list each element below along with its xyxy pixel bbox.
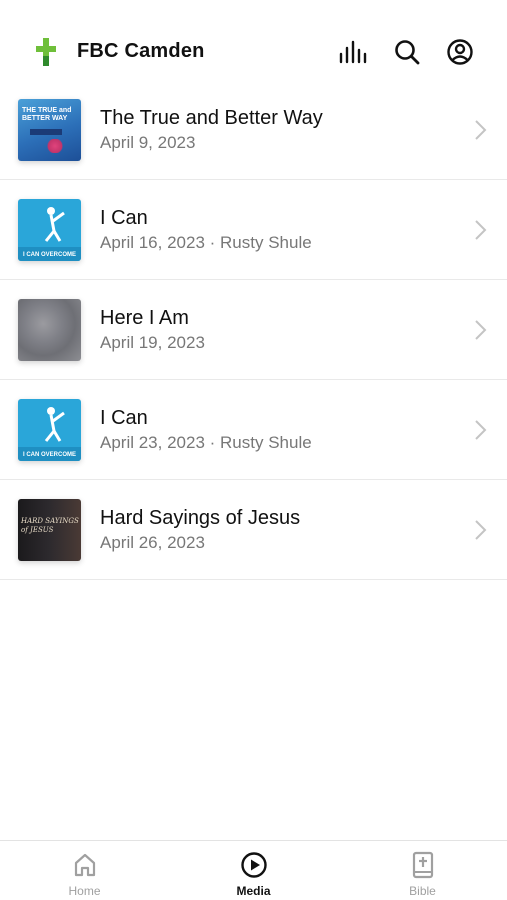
item-title: I Can xyxy=(100,407,148,429)
thumbnail-image: I CAN OVERCOME xyxy=(18,399,81,461)
chevron-right-icon xyxy=(475,120,487,140)
list-item[interactable]: Here I Am April 19, 2023 xyxy=(0,280,507,380)
tab-home[interactable]: Home xyxy=(0,841,169,900)
list-item[interactable]: I CAN OVERCOME I Can April 23, 2023 · Ru… xyxy=(0,380,507,480)
app-title: FBC Camden xyxy=(77,40,205,62)
bible-icon xyxy=(412,851,434,879)
account-icon xyxy=(447,39,473,65)
tab-media[interactable]: Media xyxy=(169,841,338,900)
chevron-right-icon xyxy=(475,220,487,240)
media-list: THE TRUE and BETTER WAY The True and Bet… xyxy=(0,80,507,580)
item-subtitle: April 16, 2023 · Rusty Shule xyxy=(100,233,312,252)
item-title: The True and Better Way xyxy=(100,107,323,129)
home-icon xyxy=(74,853,96,877)
top-header: FBC Camden xyxy=(0,0,507,80)
bottom-tab-bar: Home Media Bible xyxy=(0,840,507,900)
tab-label: Media xyxy=(236,884,271,898)
item-subtitle: April 23, 2023 · Rusty Shule xyxy=(100,433,312,452)
chevron-right-icon xyxy=(475,420,487,440)
thumbnail-bar xyxy=(30,129,62,135)
church-logo-icon xyxy=(36,38,56,66)
item-subtitle: April 19, 2023 xyxy=(100,333,205,352)
tab-label: Bible xyxy=(409,884,436,898)
thumbnail-splash xyxy=(46,139,64,153)
app-screen: FBC Camden THE TRUE and BETTER WAY The T… xyxy=(0,0,507,900)
account-button[interactable] xyxy=(444,36,476,68)
item-title: Hard Sayings of Jesus xyxy=(100,507,301,529)
thumbnail-image: THE TRUE and BETTER WAY xyxy=(18,99,81,161)
search-button[interactable] xyxy=(391,36,423,68)
list-item[interactable]: THE TRUE and BETTER WAY The True and Bet… xyxy=(0,80,507,180)
tab-label: Home xyxy=(68,884,101,898)
thumbnail-text: HARD SAYINGS of JESUS xyxy=(21,517,79,534)
play-circle-icon xyxy=(241,852,267,878)
item-title: I Can xyxy=(100,207,148,229)
list-item[interactable]: HARD SAYINGS of JESUS Hard Sayings of Je… xyxy=(0,480,507,580)
audio-bars-icon xyxy=(339,40,367,64)
chevron-right-icon xyxy=(475,520,487,540)
stick-figure-icon xyxy=(44,207,65,242)
tab-bible[interactable]: Bible xyxy=(338,841,507,900)
search-icon xyxy=(395,40,420,65)
thumbnail-text: I CAN OVERCOME xyxy=(22,452,76,458)
stick-figure-icon xyxy=(44,407,65,442)
item-subtitle: April 9, 2023 xyxy=(100,133,196,152)
thumbnail-image: I CAN OVERCOME xyxy=(18,199,81,261)
list-item[interactable]: I CAN OVERCOME I Can April 16, 2023 · Ru… xyxy=(0,180,507,280)
item-subtitle: April 26, 2023 xyxy=(100,533,205,552)
audio-button[interactable] xyxy=(337,36,369,68)
item-title: Here I Am xyxy=(100,307,189,329)
chevron-right-icon xyxy=(475,320,487,340)
thumbnail-image: HARD SAYINGS of JESUS xyxy=(18,499,81,561)
thumbnail-text: I CAN OVERCOME xyxy=(22,252,76,258)
thumbnail-text: THE TRUE and BETTER WAY xyxy=(22,107,72,122)
thumbnail-image xyxy=(18,299,81,361)
